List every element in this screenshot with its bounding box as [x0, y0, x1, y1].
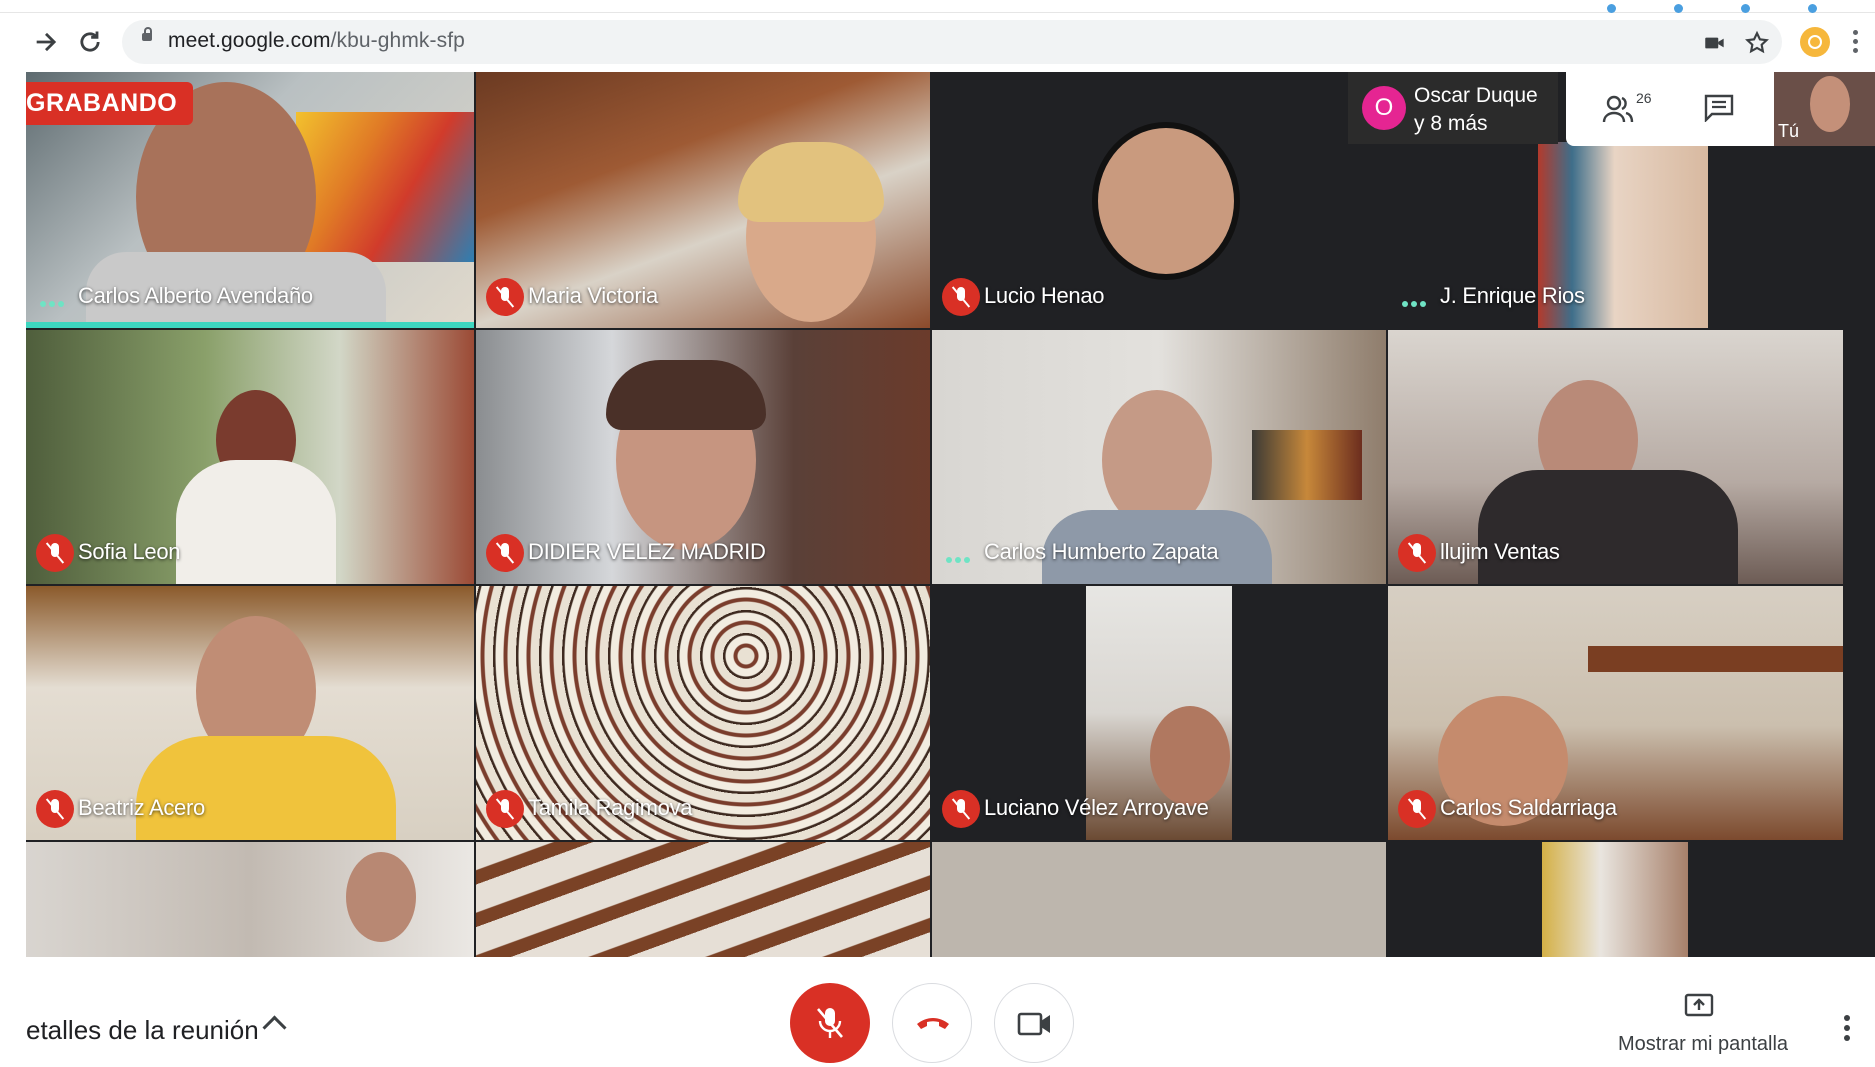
- forward-arrow-icon[interactable]: [32, 28, 60, 56]
- mute-toggle-button[interactable]: [790, 983, 870, 1063]
- participant-name: llujim Ventas: [1440, 539, 1560, 564]
- speaking-indicator: [40, 294, 70, 307]
- participant-tile[interactable]: Luciano Vélez Arroyave: [932, 586, 1386, 840]
- chat-icon[interactable]: [1704, 94, 1734, 122]
- participant-name: Tamila Ragimova: [528, 795, 693, 820]
- camera-toggle-button[interactable]: [994, 983, 1074, 1063]
- active-speaker-bar: [26, 322, 474, 328]
- url-path: /kbu-ghmk-sfp: [330, 29, 465, 52]
- meeting-details-label[interactable]: etalles de la reunión: [26, 1015, 259, 1046]
- participant-name: Sofia Leon: [78, 539, 181, 564]
- ceiling-beam: [1588, 646, 1843, 672]
- more-participants-chip[interactable]: O Oscar Duque y 8 más: [1348, 72, 1558, 144]
- speaking-indicator: [946, 550, 976, 563]
- participant-tile[interactable]: Tamila Ragimova: [476, 586, 930, 840]
- participant-tile[interactable]: Carlos Saldarriaga: [1388, 586, 1843, 840]
- participant-avatar: [1092, 122, 1240, 280]
- participant-name: J. Enrique Rios: [1440, 283, 1585, 308]
- people-icon[interactable]: [1602, 94, 1634, 124]
- participant-name: Carlos Saldarriaga: [1440, 795, 1617, 820]
- url-text[interactable]: meet.google.com/kbu-ghmk-sfp: [168, 29, 465, 53]
- participant-name: Luciano Vélez Arroyave: [984, 795, 1209, 820]
- participant-name: DIDIER VELEZ MADRID: [528, 539, 766, 564]
- meeting-side-buttons: 26: [1566, 72, 1774, 146]
- others-line2: y 8 más: [1414, 112, 1488, 135]
- participant-tile[interactable]: GRABANDO Carlos Alberto Avendaño: [26, 72, 474, 328]
- present-screen-icon[interactable]: [1684, 993, 1714, 1019]
- participant-name: Maria Victoria: [528, 283, 658, 308]
- participant-tile[interactable]: Lucio Henao: [932, 72, 1386, 328]
- participant-face: [1150, 706, 1230, 806]
- recording-badge: GRABANDO: [26, 82, 194, 125]
- browser-menu-icon[interactable]: [1853, 30, 1859, 56]
- muted-mic-icon: [486, 278, 524, 316]
- speaking-indicator: [1402, 294, 1432, 307]
- muted-mic-icon: [486, 790, 524, 828]
- participant-tile[interactable]: [932, 842, 1386, 957]
- camera-permission-icon[interactable]: [1702, 30, 1728, 56]
- participants-count: 26: [1636, 90, 1652, 106]
- participant-tile[interactable]: Sofia Leon: [26, 330, 474, 584]
- self-video: [1810, 76, 1850, 132]
- end-call-button[interactable]: [892, 983, 972, 1063]
- muted-mic-icon: [36, 534, 74, 572]
- self-view-tile[interactable]: Tú: [1774, 72, 1875, 146]
- mic-off-icon: [817, 1008, 843, 1038]
- participant-name: Beatriz Acero: [78, 795, 205, 820]
- hang-up-icon: [917, 1018, 949, 1029]
- hair: [606, 360, 766, 430]
- browser-toolbar: meet.google.com/kbu-ghmk-sfp: [0, 0, 1875, 72]
- participant-tile[interactable]: DIDIER VELEZ MADRID: [476, 330, 930, 584]
- muted-mic-icon: [1398, 534, 1436, 572]
- muted-mic-icon: [1398, 790, 1436, 828]
- participant-video: [346, 852, 416, 942]
- sweater: [176, 460, 336, 584]
- participant-video: [1102, 390, 1212, 530]
- more-options-icon[interactable]: [1844, 1015, 1850, 1045]
- hair: [738, 142, 884, 222]
- muted-mic-icon: [942, 790, 980, 828]
- participant-tile[interactable]: [476, 842, 930, 957]
- muted-mic-icon: [36, 790, 74, 828]
- video-grid: GRABANDO Carlos Alberto Avendaño Maria V…: [26, 72, 1875, 957]
- participant-tile[interactable]: Carlos Humberto Zapata: [932, 330, 1386, 584]
- meeting-controls: etalles de la reunión Mostrar mi pantall…: [0, 957, 1875, 1067]
- participant-tile[interactable]: Maria Victoria: [476, 72, 930, 328]
- muted-mic-icon: [486, 534, 524, 572]
- url-host: meet.google.com: [168, 29, 331, 52]
- video-camera-icon: [1017, 1012, 1050, 1036]
- extension-icon[interactable]: [1800, 27, 1830, 57]
- participant-name: Lucio Henao: [984, 283, 1105, 308]
- participant-tile[interactable]: [1388, 842, 1843, 957]
- bookmark-star-icon[interactable]: [1744, 30, 1770, 56]
- shirt: [136, 736, 396, 840]
- painting: [296, 112, 474, 262]
- participant-name: Carlos Humberto Zapata: [984, 539, 1219, 564]
- muted-mic-icon: [942, 278, 980, 316]
- present-screen-label[interactable]: Mostrar mi pantalla: [1618, 1033, 1788, 1056]
- others-avatar: O: [1362, 86, 1406, 130]
- participant-tile[interactable]: [26, 842, 474, 957]
- participant-tile[interactable]: llujim Ventas: [1388, 330, 1843, 584]
- participant-tile[interactable]: Beatriz Acero: [26, 586, 474, 840]
- tab-strip-edge: [0, 12, 1875, 13]
- chevron-up-icon[interactable]: [262, 1015, 287, 1040]
- participant-name: Carlos Alberto Avendaño: [78, 283, 313, 308]
- shirt: [1478, 470, 1738, 584]
- painting: [1252, 430, 1362, 500]
- reload-icon[interactable]: [76, 28, 104, 56]
- others-label: Oscar Duque y 8 más: [1414, 82, 1538, 138]
- participant-video: [1542, 842, 1688, 957]
- self-label: Tú: [1778, 121, 1800, 141]
- others-line1: Oscar Duque: [1414, 84, 1538, 107]
- lock-icon: [142, 27, 152, 41]
